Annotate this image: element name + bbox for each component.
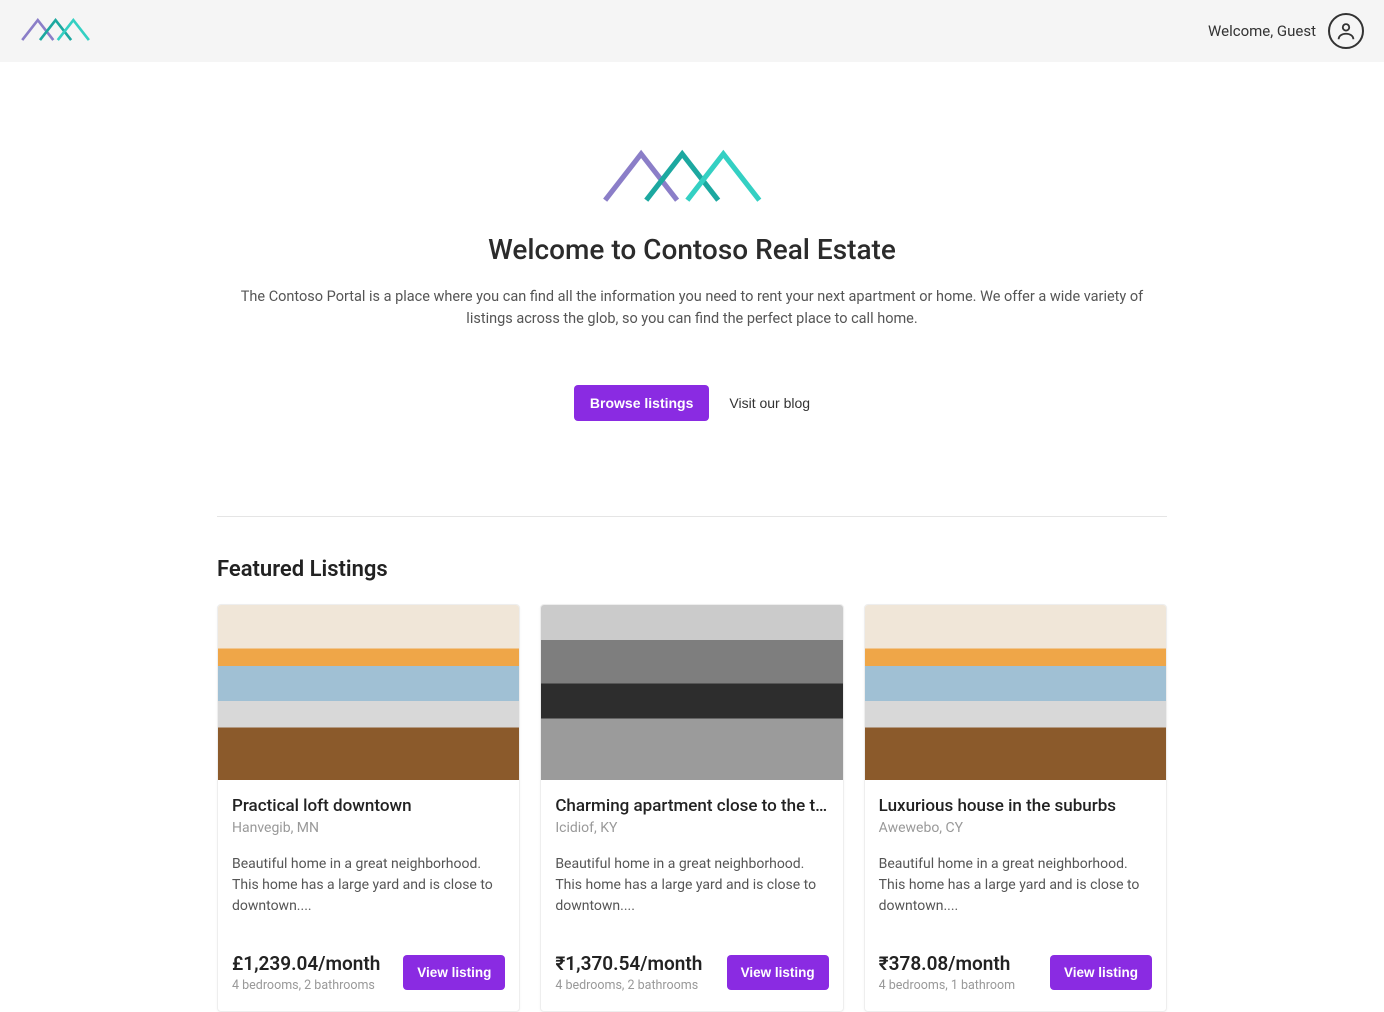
- listing-price: ₹1,370.54/month: [555, 952, 702, 975]
- view-listing-button[interactable]: View listing: [727, 955, 829, 990]
- user-icon: [1335, 20, 1357, 42]
- logo-link[interactable]: [20, 15, 100, 47]
- visit-blog-link[interactable]: Visit our blog: [729, 395, 810, 411]
- listing-card: Charming apartment close to the t… Icidi…: [540, 604, 843, 1012]
- listing-title: Luxurious house in the suburbs: [879, 796, 1152, 816]
- logo-icon: [20, 15, 100, 43]
- hero-section: Welcome to Contoso Real Estate The Conto…: [217, 62, 1167, 461]
- avatar[interactable]: [1328, 13, 1364, 49]
- welcome-text: Welcome, Guest: [1208, 22, 1316, 40]
- browse-listings-button[interactable]: Browse listings: [574, 385, 709, 421]
- hero-description: The Contoso Portal is a place where you …: [217, 286, 1167, 330]
- listing-card: Luxurious house in the suburbs Awewebo, …: [864, 604, 1167, 1012]
- listing-location: Awewebo, CY: [879, 820, 1152, 836]
- listing-location: Hanvegib, MN: [232, 820, 505, 836]
- listing-image[interactable]: [541, 605, 842, 780]
- featured-title: Featured Listings: [217, 557, 1167, 582]
- listing-price: £1,239.04/month: [232, 952, 380, 975]
- hero-logo: [217, 142, 1167, 211]
- divider: [217, 516, 1167, 517]
- view-listing-button[interactable]: View listing: [403, 955, 505, 990]
- listing-location: Icidiof, KY: [555, 820, 828, 836]
- listing-card: Practical loft downtown Hanvegib, MN Bea…: [217, 604, 520, 1012]
- listing-price: ₹378.08/month: [879, 952, 1015, 975]
- listing-image[interactable]: [865, 605, 1166, 780]
- header: Welcome, Guest: [0, 0, 1384, 62]
- listing-description: Beautiful home in a great neighborhood. …: [879, 854, 1152, 917]
- view-listing-button[interactable]: View listing: [1050, 955, 1152, 990]
- listing-description: Beautiful home in a great neighborhood. …: [232, 854, 505, 917]
- listing-meta: 4 bedrooms, 2 bathrooms: [555, 978, 702, 993]
- listing-title: Practical loft downtown: [232, 796, 505, 816]
- page-title: Welcome to Contoso Real Estate: [217, 233, 1167, 266]
- listing-description: Beautiful home in a great neighborhood. …: [555, 854, 828, 917]
- listings-grid: Practical loft downtown Hanvegib, MN Bea…: [217, 604, 1167, 1012]
- listing-meta: 4 bedrooms, 1 bathroom: [879, 978, 1015, 993]
- listing-meta: 4 bedrooms, 2 bathrooms: [232, 978, 380, 993]
- listing-image[interactable]: [218, 605, 519, 780]
- listing-title: Charming apartment close to the t…: [555, 796, 828, 816]
